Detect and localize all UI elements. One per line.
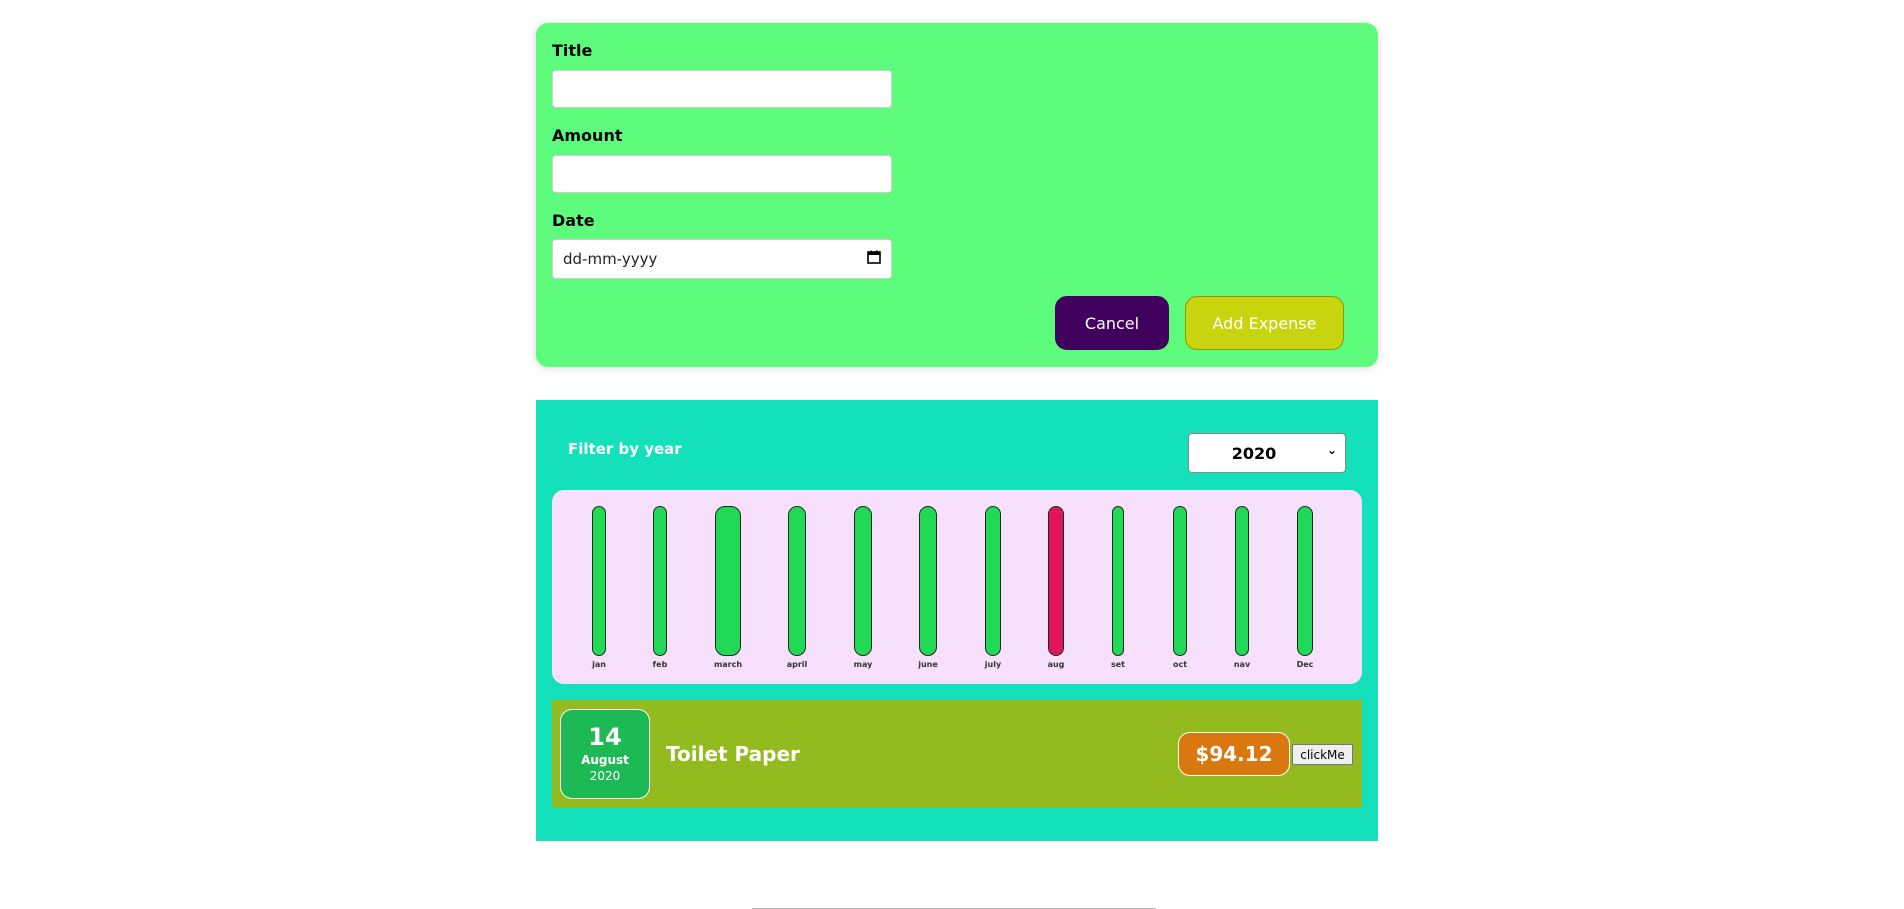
- chart-label-aug: aug: [1047, 660, 1065, 669]
- year-select-value: 2020: [1231, 444, 1277, 463]
- chart-label-march: march: [713, 660, 743, 669]
- expense-month: August: [581, 753, 629, 767]
- chart-bar-may: [854, 506, 872, 656]
- expense-date: 14 August 2020: [560, 709, 650, 799]
- date-placeholder: dd-mm-yyyy: [563, 250, 658, 268]
- chart-bar-march: [715, 506, 741, 656]
- chart-label-Dec: Dec: [1296, 660, 1314, 669]
- chart-bar-july: [985, 506, 1001, 656]
- chart-label-june: june: [918, 660, 938, 669]
- year-select[interactable]: 2020 ⌄: [1188, 433, 1346, 473]
- expense-day: 14: [588, 723, 622, 751]
- date-label: Date: [552, 211, 595, 230]
- chart-label-july: july: [984, 660, 1002, 669]
- chart-label-feb: feb: [652, 660, 668, 669]
- chart-label-nav: nav: [1233, 660, 1251, 669]
- new-expense-form: Title Amount Date dd-mm-yyyy Cancel Add …: [536, 23, 1378, 367]
- expenses-chart: jan feb march april may june july aug set oct nav D…: [552, 490, 1362, 684]
- expense-year: 2020: [589, 769, 621, 783]
- date-input[interactable]: dd-mm-yyyy: [552, 239, 892, 279]
- title-input[interactable]: [552, 70, 892, 108]
- add-expense-button[interactable]: Add Expense: [1185, 296, 1344, 350]
- amount-label: Amount: [552, 126, 623, 145]
- chart-bar-Dec: [1297, 506, 1313, 656]
- expense-title: Toilet Paper: [666, 742, 800, 766]
- chart-label-set: set: [1110, 660, 1125, 669]
- click-me-button[interactable]: clickMe: [1292, 744, 1353, 765]
- title-label: Title: [552, 41, 593, 60]
- amount-input[interactable]: [552, 155, 892, 193]
- chart-bar-april: [788, 506, 806, 656]
- chart-bar-jan: [592, 506, 606, 656]
- cancel-button[interactable]: Cancel: [1055, 296, 1169, 350]
- expense-amount: $94.12: [1178, 732, 1290, 776]
- chart-label-april: april: [786, 660, 808, 669]
- chevron-down-icon: ⌄: [1326, 443, 1337, 457]
- chart-bar-oct: [1173, 506, 1187, 656]
- expense-item: 14 August 2020 Toilet Paper $94.12 click…: [552, 700, 1362, 808]
- chart-bar-nav: [1235, 506, 1249, 656]
- filter-label: Filter by year: [568, 440, 682, 458]
- expenses-panel: Filter by year 2020 ⌄ jan feb march april ma…: [536, 400, 1378, 841]
- chart-bar-feb: [653, 506, 667, 656]
- chart-label-may: may: [853, 660, 873, 669]
- chart-label-jan: jan: [592, 660, 606, 669]
- chart-bar-aug: [1048, 506, 1064, 656]
- chart-bar-june: [919, 506, 937, 656]
- calendar-icon[interactable]: [867, 250, 881, 264]
- chart-label-oct: oct: [1172, 660, 1188, 669]
- chart-bar-set: [1112, 506, 1124, 656]
